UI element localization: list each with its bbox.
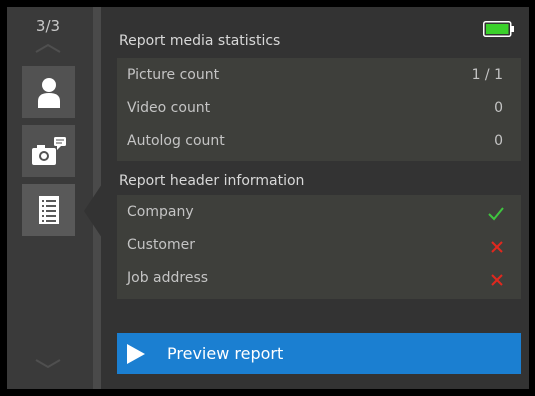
battery-full-icon [483,21,514,37]
play-icon [127,344,145,364]
tab-media[interactable] [22,125,75,177]
list-item: Autolog count 0 [117,126,521,158]
cross-icon [491,274,503,286]
chevron-down-icon[interactable] [33,357,63,371]
row-value: 0 [494,100,503,116]
tab-person[interactable] [22,66,75,118]
document-list-icon [38,196,59,224]
cross-icon [491,241,503,253]
list-item: Customer [117,230,521,262]
list-item: Job address [117,263,521,295]
active-tab-pointer [84,184,102,238]
check-icon [488,207,504,221]
row-label: Autolog count [127,133,225,149]
header-info-panel: Company Customer Job address [117,195,521,299]
sidebar: 3/3 [7,7,93,389]
list-item: Company [117,197,521,229]
screen: 3/3 Report media statistics Picture coun… [7,7,529,389]
media-section-title: Report media statistics [119,33,281,49]
chevron-up-icon[interactable] [33,41,63,55]
person-icon [37,78,60,108]
list-item: Video count 0 [117,93,521,125]
list-item: Picture count 1 / 1 [117,60,521,92]
row-label: Picture count [127,67,220,83]
camera-comment-icon [31,137,66,165]
row-label: Company [127,204,194,220]
preview-report-button[interactable]: Preview report [117,333,521,374]
header-section-title: Report header information [119,173,305,189]
tab-report[interactable] [22,184,75,236]
row-value: 0 [494,133,503,149]
row-label: Customer [127,237,196,253]
preview-report-label: Preview report [167,344,284,363]
row-value: 1 / 1 [471,67,503,83]
page-indicator: 3/3 [35,17,61,35]
row-label: Video count [127,100,211,116]
row-label: Job address [127,270,209,286]
media-stats-panel: Picture count 1 / 1 Video count 0 Autolo… [117,58,521,161]
